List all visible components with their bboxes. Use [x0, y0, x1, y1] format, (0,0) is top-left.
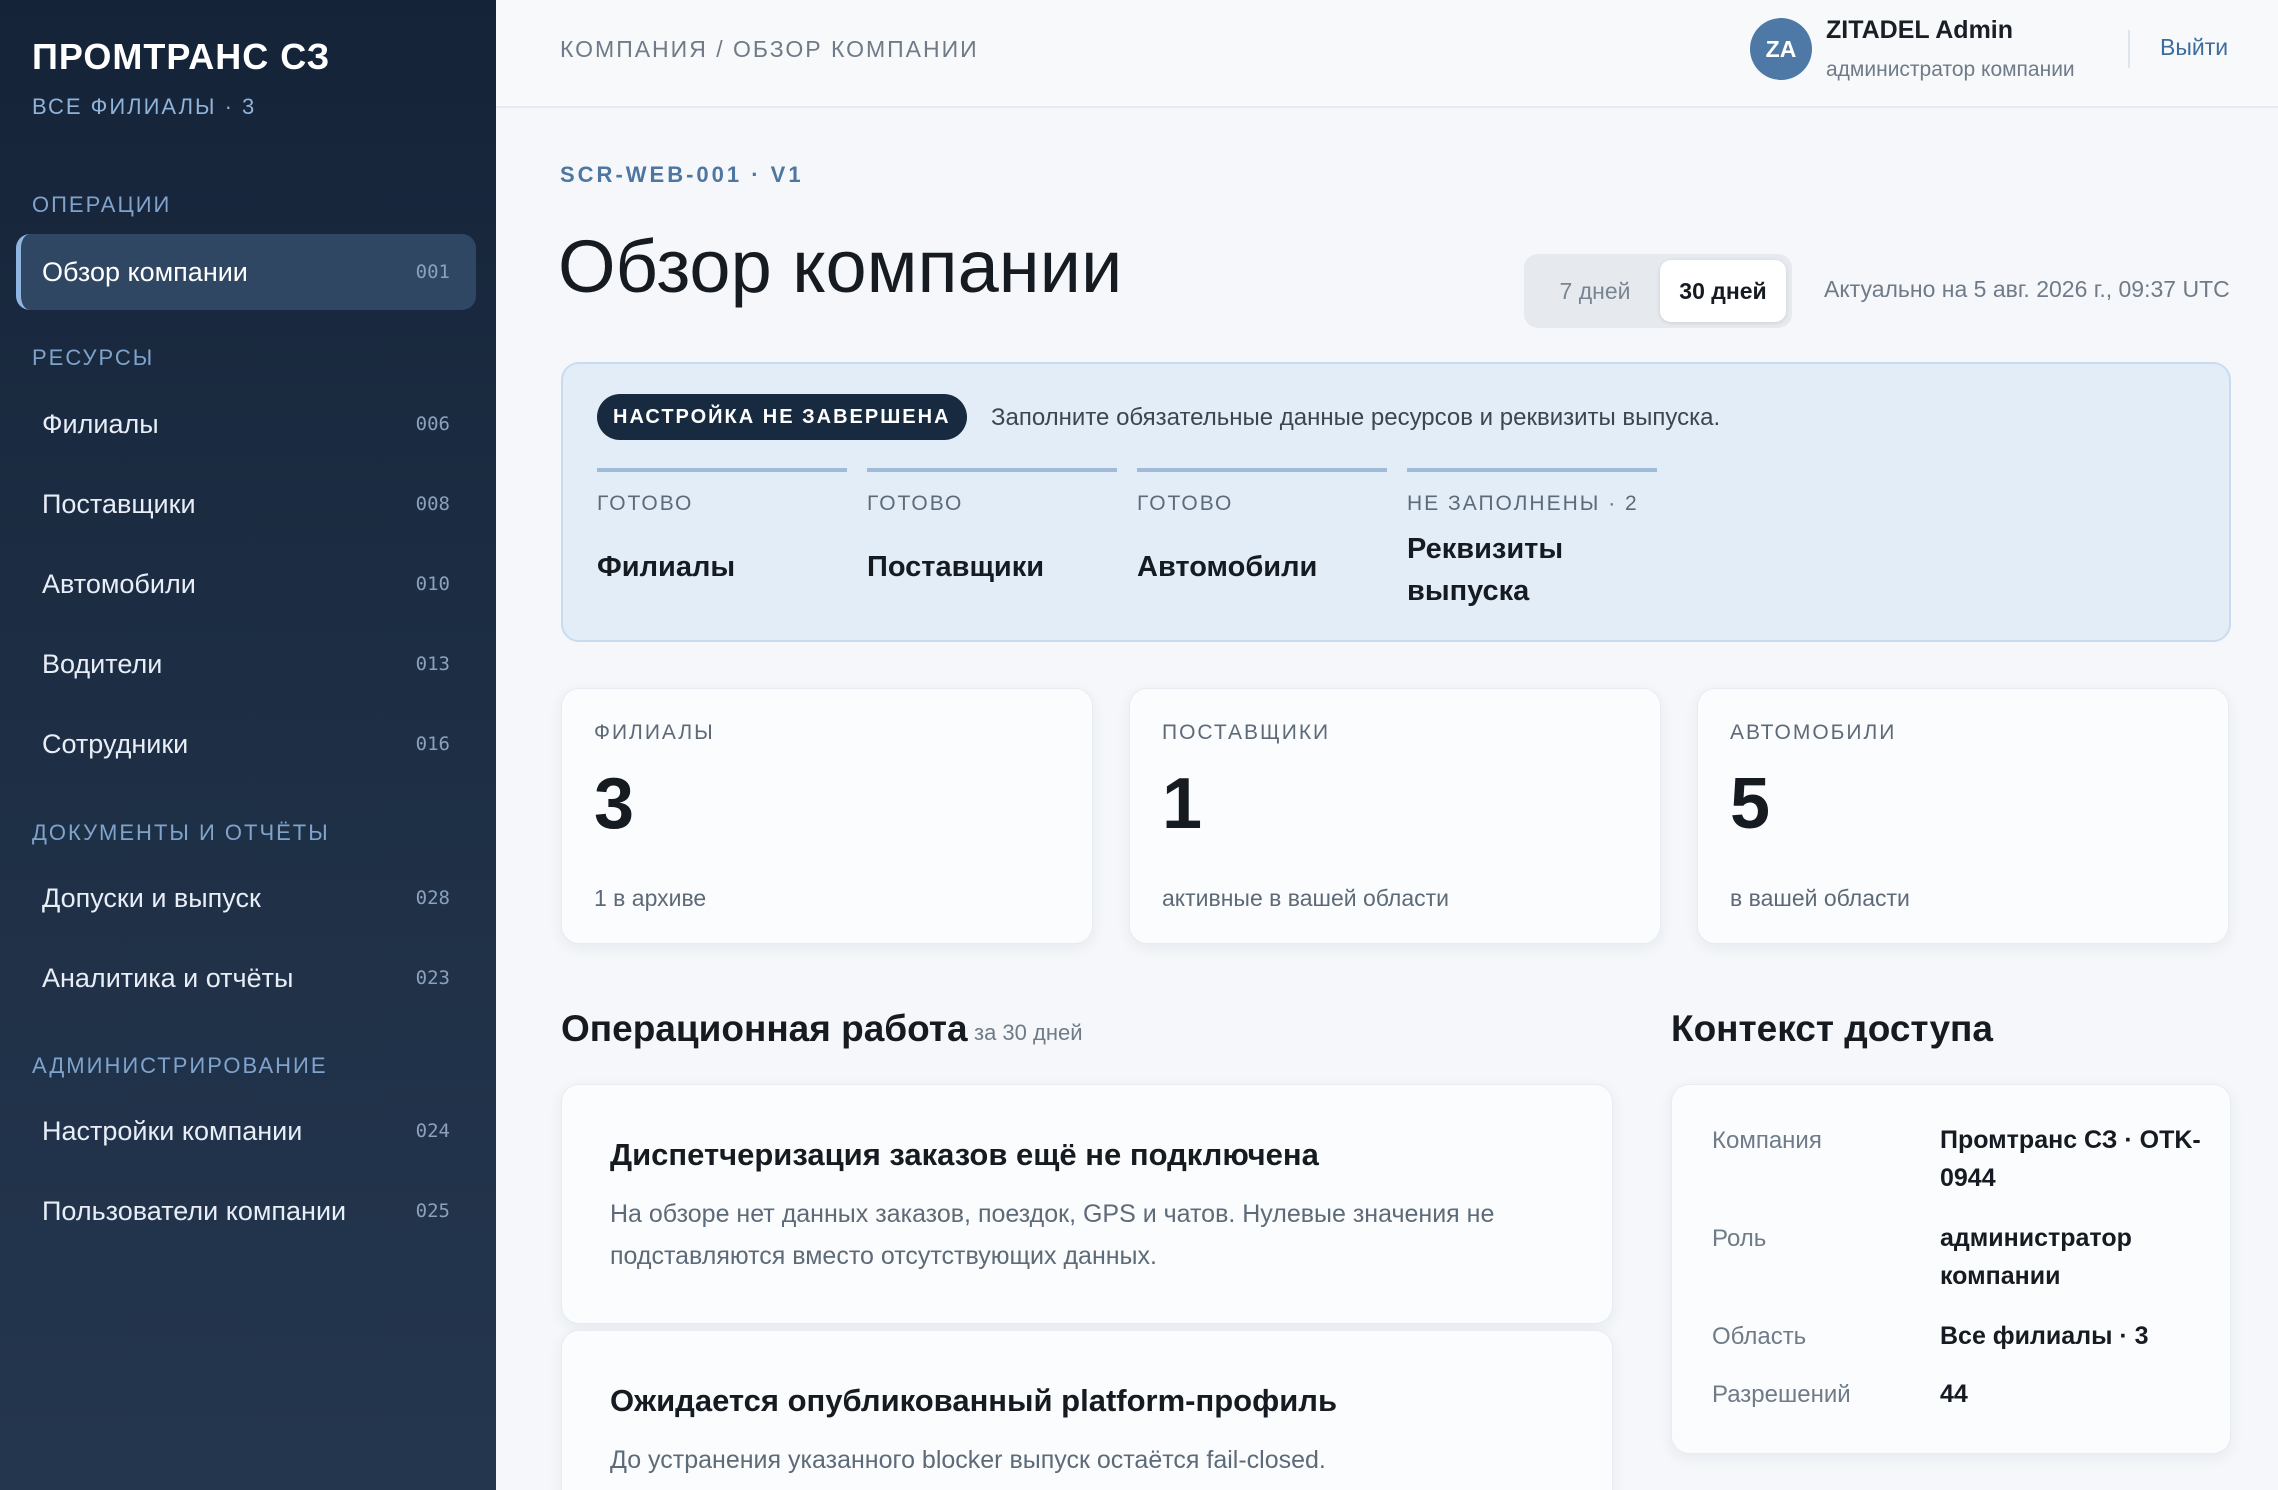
sidebar-item-code: 025 — [415, 1200, 450, 1222]
brand-subtitle: ВСЕ ФИЛИАЛЫ · 3 — [32, 94, 257, 119]
user-role: администратор компании — [1826, 58, 2075, 81]
breadcrumb: КОМПАНИЯ / ОБЗОР КОМПАНИИ — [560, 36, 979, 62]
access-context-card: Компания Промтранс СЗ · OTK-0944 Роль ад… — [1671, 1084, 2231, 1454]
sidebar-item-code: 010 — [415, 573, 450, 595]
operations-card-platform-profile: Ожидается опубликованный platform-профил… — [561, 1330, 1613, 1490]
sidebar-item-company-overview[interactable]: Обзор компании 001 — [16, 234, 476, 310]
setup-item-name: Поставщики — [867, 551, 1045, 583]
sidebar: ПРОМТРАНС СЗ ВСЕ ФИЛИАЛЫ · 3 ОПЕРАЦИИ Об… — [0, 0, 496, 1490]
setup-item-name: Реквизиты выпуска — [1407, 533, 1564, 608]
access-value: 44 — [1940, 1380, 1968, 1408]
access-key: Компания — [1712, 1127, 1822, 1154]
logout-link[interactable]: Выйти — [2160, 34, 2228, 61]
operations-card-dispatch: Диспетчеризация заказов ещё не подключен… — [561, 1084, 1613, 1324]
sidebar-item-label: Автомобили — [42, 568, 196, 599]
status-badge: НАСТРОЙКА НЕ ЗАВЕРШЕНА — [597, 394, 967, 440]
operations-period: за 30 дней — [974, 1020, 1083, 1045]
stat-card-branches: ФИЛИАЛЫ 3 1 в архиве — [561, 688, 1093, 944]
divider — [2128, 30, 2130, 68]
sidebar-item-employees[interactable]: Сотрудники 016 — [16, 706, 476, 782]
stat-note: активные в вашей области — [1162, 885, 1449, 911]
setup-item-name: Филиалы — [597, 551, 736, 583]
access-title: Контекст доступа — [1671, 1008, 1993, 1049]
sidebar-item-admissions[interactable]: Допуски и выпуск 028 — [16, 860, 476, 936]
sidebar-item-label: Филиалы — [42, 408, 159, 439]
stat-value: 3 — [594, 764, 635, 844]
sidebar-item-code: 024 — [415, 1120, 450, 1142]
operations-card-description: До устранения указанного blocker выпуск … — [610, 1446, 1326, 1474]
sidebar-item-code: 013 — [415, 653, 450, 675]
setup-item-release-details: НЕ ЗАПОЛНЕНЫ · 2 Реквизиты выпуска — [1407, 468, 1657, 612]
range-7-days-button[interactable]: 7 дней — [1530, 260, 1660, 322]
sidebar-item-code: 001 — [415, 261, 450, 283]
sidebar-item-vehicles[interactable]: Автомобили 010 — [16, 546, 476, 622]
sidebar-item-branches[interactable]: Филиалы 006 — [16, 386, 476, 462]
range-toggle: 7 дней 30 дней — [1524, 254, 1792, 328]
setup-item-state: ГОТОВО — [1137, 492, 1234, 515]
updated-timestamp: Актуально на 5 авг. 2026 г., 09:37 UTC — [1824, 276, 2230, 302]
nav-section-operations: ОПЕРАЦИИ — [32, 192, 172, 217]
setup-item-branches: ГОТОВО Филиалы — [597, 468, 847, 588]
setup-message: Заполните обязательные данные ресурсов и… — [991, 404, 1721, 431]
brand-title: ПРОМТРАНС СЗ — [32, 36, 331, 77]
user-name: ZITADEL Admin — [1826, 16, 2014, 44]
stat-card-vehicles: АВТОМОБИЛИ 5 в вашей области — [1697, 688, 2229, 944]
page-title: Обзор компании — [558, 225, 1123, 308]
sidebar-item-code: 006 — [415, 413, 450, 435]
operations-card-title: Диспетчеризация заказов ещё не подключен… — [610, 1137, 1319, 1172]
access-key: Разрешений — [1712, 1381, 1851, 1408]
sidebar-item-code: 008 — [415, 493, 450, 515]
setup-item-state: НЕ ЗАПОЛНЕНЫ · 2 — [1407, 492, 1639, 515]
stat-note: в вашей области — [1730, 885, 1910, 911]
nav-section-administration: АДМИНИСТРИРОВАНИЕ — [32, 1053, 328, 1078]
stat-label: ПОСТАВЩИКИ — [1162, 721, 1331, 744]
sidebar-item-drivers[interactable]: Водители 013 — [16, 626, 476, 702]
nav-section-documents: ДОКУМЕНТЫ И ОТЧЁТЫ — [32, 820, 330, 845]
sidebar-item-code: 016 — [415, 733, 450, 755]
access-value: Промтранс СЗ · OTK-0944 — [1940, 1126, 2201, 1192]
stat-label: ФИЛИАЛЫ — [594, 721, 715, 744]
stat-card-suppliers: ПОСТАВЩИКИ 1 активные в вашей области — [1129, 688, 1661, 944]
sidebar-item-company-users[interactable]: Пользователи компании 025 — [16, 1173, 476, 1249]
sidebar-item-code: 028 — [415, 887, 450, 909]
access-key: Роль — [1712, 1225, 1767, 1252]
setup-item-vehicles: ГОТОВО Автомобили — [1137, 468, 1387, 588]
stat-label: АВТОМОБИЛИ — [1730, 721, 1897, 744]
sidebar-item-label: Настройки компании — [42, 1115, 303, 1146]
access-key: Область — [1712, 1323, 1807, 1350]
setup-item-suppliers: ГОТОВО Поставщики — [867, 468, 1117, 588]
access-value: Все филиалы · 3 — [1940, 1322, 2149, 1350]
sidebar-item-code: 023 — [415, 967, 450, 989]
sidebar-item-company-settings[interactable]: Настройки компании 024 — [16, 1093, 476, 1169]
sidebar-item-label: Пользователи компании — [42, 1195, 347, 1226]
stat-note: 1 в архиве — [594, 885, 707, 911]
stat-value: 1 — [1162, 764, 1203, 844]
sidebar-item-label: Аналитика и отчёты — [42, 962, 294, 993]
access-value: администратор компании — [1940, 1224, 2132, 1290]
sidebar-item-label: Поставщики — [42, 488, 196, 519]
nav-section-resources: РЕСУРСЫ — [32, 345, 155, 370]
sidebar-item-label: Водители — [42, 648, 163, 679]
sidebar-item-label: Сотрудники — [42, 728, 189, 759]
sidebar-item-label: Допуски и выпуск — [42, 882, 261, 913]
avatar[interactable]: ZA — [1750, 18, 1812, 80]
sidebar-item-suppliers[interactable]: Поставщики 008 — [16, 466, 476, 542]
stat-value: 5 — [1730, 764, 1771, 844]
setup-item-state: ГОТОВО — [867, 492, 964, 515]
setup-panel: НАСТРОЙКА НЕ ЗАВЕРШЕНА Заполните обязате… — [561, 362, 2231, 642]
sidebar-item-analytics[interactable]: Аналитика и отчёты 023 — [16, 940, 476, 1016]
sidebar-item-label: Обзор компании — [42, 256, 248, 287]
operations-card-description: На обзоре нет данных заказов, поездок, G… — [610, 1200, 1495, 1270]
setup-item-name: Автомобили — [1137, 551, 1318, 583]
operations-title: Операционная работа — [561, 1008, 968, 1049]
top-bar: КОМПАНИЯ / ОБЗОР КОМПАНИИ ZA ZITADEL Adm… — [496, 0, 2278, 108]
range-30-days-button[interactable]: 30 дней — [1660, 260, 1786, 322]
setup-item-state: ГОТОВО — [597, 492, 694, 515]
screen-code: SCR-WEB-001 · V1 — [560, 162, 804, 187]
operations-card-title: Ожидается опубликованный platform-профил… — [610, 1383, 1338, 1418]
